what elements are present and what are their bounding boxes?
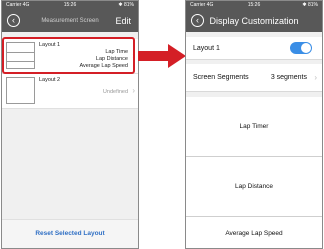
segment-label: Lap Distance (235, 183, 273, 190)
bluetooth-icon: ✱ (302, 2, 307, 8)
nav-bar: ‹ Measurement Screen Edit (2, 10, 138, 32)
chevron-right-icon: › (314, 73, 317, 82)
list-item-layout-2[interactable]: Layout 2 Undefined › (2, 74, 138, 109)
edit-button[interactable]: Edit (115, 10, 131, 32)
nav-bar: ‹ Display Customization (186, 10, 322, 32)
segment-label: Lap Timer (239, 123, 269, 130)
battery-indicator: ✱ 81% (118, 1, 134, 10)
status-bar: Carrier 4G 15:26 ✱ 81% (186, 1, 322, 10)
segment-label: Average Lap Speed (225, 230, 283, 237)
status-bar: Carrier 4G 15:26 ✱ 81% (2, 1, 138, 10)
toggle-knob (301, 43, 311, 53)
reset-layout-button[interactable]: Reset Selected Layout (2, 220, 138, 248)
page-title: Display Customization (209, 16, 299, 26)
layout-name: Layout 2 (39, 77, 61, 83)
layout-thumbnail (6, 77, 35, 104)
selection-highlight (2, 37, 135, 74)
segment-average-lap-speed[interactable]: Average Lap Speed (186, 217, 322, 248)
layout-toggle[interactable] (290, 42, 312, 54)
layout-toggle-row: Layout 1 (186, 37, 322, 60)
screen-segments-row[interactable]: Screen Segments 3 segments › (186, 64, 322, 92)
customization-content: Layout 1 Screen Segments 3 segments › La… (186, 32, 322, 248)
segments-value: 3 segments (270, 74, 307, 81)
reset-bar: Reset Selected Layout (2, 219, 138, 248)
battery-label: 81% (307, 2, 318, 8)
segment-lap-distance[interactable]: Lap Distance (186, 157, 322, 217)
arrow-right-icon (138, 44, 186, 68)
layout-name: Layout 1 (193, 44, 220, 52)
chevron-right-icon: › (132, 86, 135, 95)
bluetooth-icon: ✱ (118, 2, 123, 8)
battery-label: 81% (123, 2, 134, 8)
segment-lap-timer[interactable]: Lap Timer (186, 97, 322, 157)
display-customization-screen: Carrier 4G 15:26 ✱ 81% ‹ Display Customi… (185, 0, 323, 249)
battery-indicator: ✱ 81% (302, 1, 318, 10)
layout-status: Undefined (102, 89, 128, 95)
segments-label: Screen Segments (193, 74, 249, 81)
